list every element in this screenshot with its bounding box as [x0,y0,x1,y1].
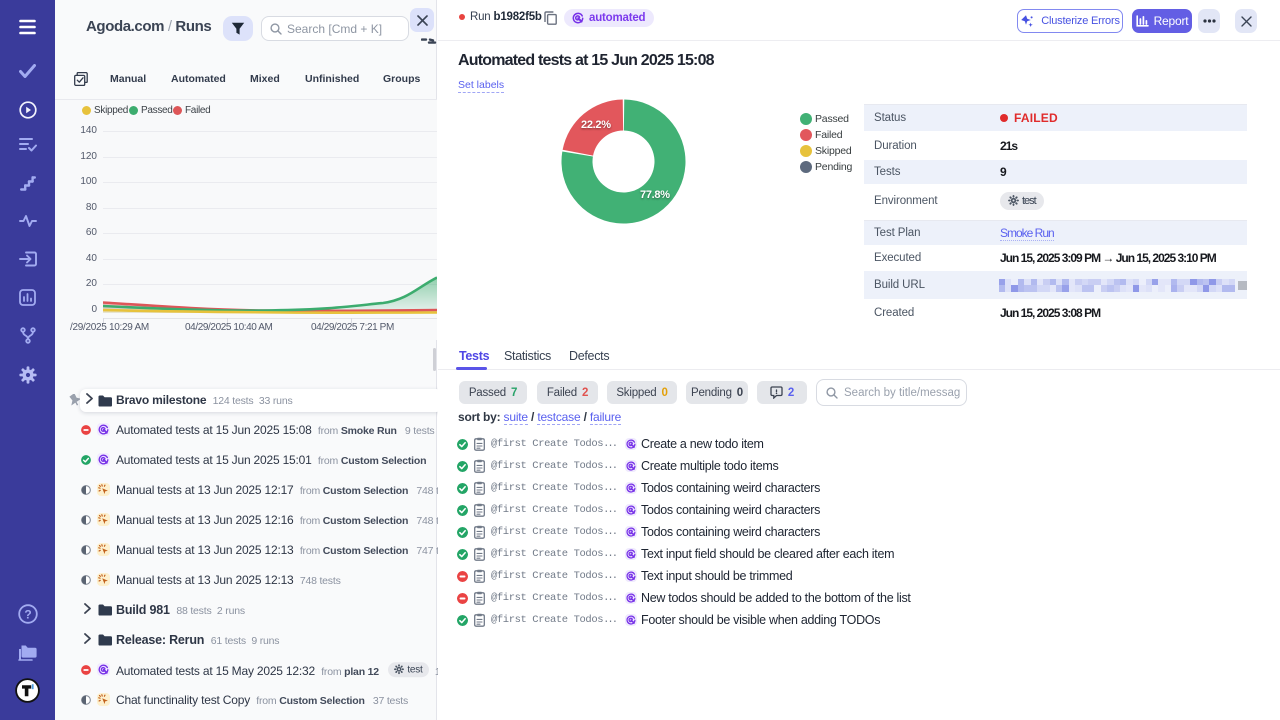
svg-text:?: ? [24,607,31,621]
